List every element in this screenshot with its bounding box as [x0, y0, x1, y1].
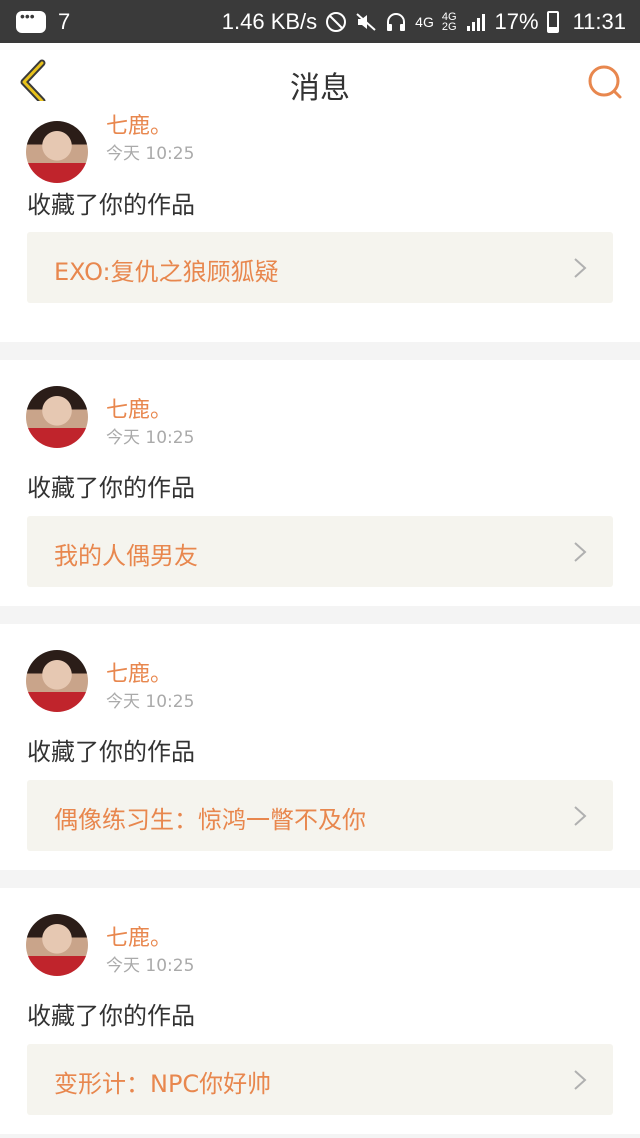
message-icon	[16, 8, 46, 33]
message-card: 七鹿。 今天 10:25 收藏了你的作品 变形计：NPC你好帅	[0, 888, 640, 1134]
work-link[interactable]: 变形计：NPC你好帅	[27, 1044, 613, 1115]
timestamp: 今天 10:25	[106, 144, 195, 164]
search-icon[interactable]	[586, 63, 624, 101]
battery-percent: 17%	[494, 9, 539, 34]
work-title: 我的人偶男友	[54, 542, 198, 570]
status-bar: 7 1.46 KB/s 4G 4G 2G 17% 11:31	[0, 0, 640, 43]
work-link[interactable]: 我的人偶男友	[27, 516, 613, 587]
avatar[interactable]	[26, 650, 88, 712]
work-link[interactable]: EXO:复仇之狼顾狐疑	[27, 232, 613, 303]
timestamp: 今天 10:25	[106, 428, 195, 448]
username[interactable]: 七鹿。	[106, 656, 172, 688]
message-card: 七鹿。 今天 10:25 收藏了你的作品 EXO:复仇之狼顾狐疑	[0, 101, 640, 342]
message-card: 七鹿。 今天 10:25 收藏了你的作品 我的人偶男友	[0, 360, 640, 606]
work-title: EXO:复仇之狼顾狐疑	[54, 258, 279, 286]
chevron-right-icon	[574, 258, 587, 278]
chevron-right-icon	[574, 542, 587, 562]
block-icon	[326, 12, 347, 32]
work-link[interactable]: 偶像练习生：惊鸿一瞥不及你	[27, 780, 613, 851]
message-card: 七鹿。 今天 10:25 收藏了你的作品 偶像练习生：惊鸿一瞥不及你	[0, 624, 640, 870]
headphone-icon	[387, 13, 406, 31]
network-type: 4G	[415, 14, 434, 30]
timestamp: 今天 10:25	[106, 692, 195, 712]
action-text: 收藏了你的作品	[27, 738, 195, 766]
timestamp: 今天 10:25	[106, 956, 195, 976]
avatar[interactable]	[26, 386, 88, 448]
notification-count: 7	[58, 9, 71, 34]
action-text: 收藏了你的作品	[27, 191, 195, 219]
username[interactable]: 七鹿。	[106, 392, 172, 424]
username[interactable]: 七鹿。	[106, 920, 172, 952]
action-text: 收藏了你的作品	[27, 1002, 195, 1030]
work-title: 变形计：NPC你好帅	[54, 1070, 272, 1098]
work-title: 偶像练习生：惊鸿一瞥不及你	[54, 806, 366, 834]
username[interactable]: 七鹿。	[106, 108, 172, 140]
action-text: 收藏了你的作品	[27, 474, 195, 502]
chevron-right-icon	[574, 806, 587, 826]
avatar[interactable]	[26, 121, 88, 183]
network-speed: 1.46 KB/s	[221, 9, 318, 34]
network-type-small: 4G 2G	[441, 11, 457, 33]
clock: 11:31	[572, 9, 626, 34]
signal-icon	[466, 14, 485, 31]
avatar[interactable]	[26, 914, 88, 976]
chevron-right-icon	[574, 1070, 587, 1090]
battery-icon	[546, 11, 559, 33]
mute-icon	[356, 13, 376, 31]
